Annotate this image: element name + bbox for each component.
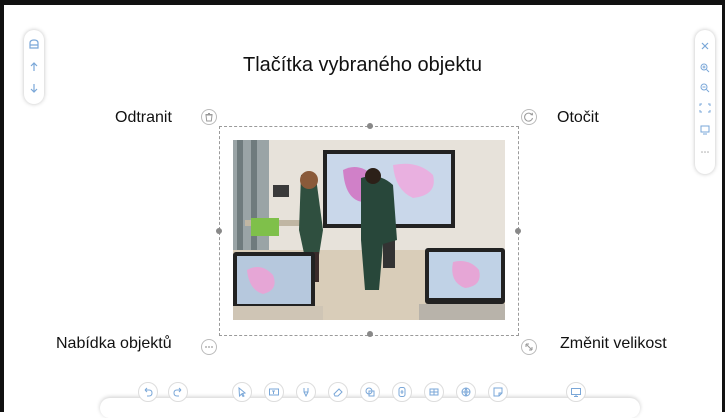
panel-icon[interactable] xyxy=(28,38,40,50)
table-icon[interactable] xyxy=(424,382,444,402)
screen-icon[interactable] xyxy=(699,124,711,136)
close-icon[interactable] xyxy=(699,40,711,52)
resize-icon[interactable] xyxy=(521,339,537,355)
rotate-label: Otočit xyxy=(557,109,599,126)
classroom-photo[interactable] xyxy=(233,140,505,320)
resize-label: Změnit velikost xyxy=(560,335,667,352)
present-icon[interactable] xyxy=(566,382,586,402)
shapes-icon[interactable] xyxy=(360,382,380,402)
undo-icon[interactable] xyxy=(138,382,158,402)
fit-icon[interactable] xyxy=(699,102,711,114)
note-icon[interactable] xyxy=(488,382,508,402)
pen-icon[interactable] xyxy=(296,382,316,402)
selection-handle-right[interactable] xyxy=(515,228,521,234)
eraser-icon[interactable] xyxy=(328,382,348,402)
selection-handle-top[interactable] xyxy=(367,123,373,129)
right-toolbar xyxy=(695,30,715,174)
delete-label: Odtranit xyxy=(115,109,172,126)
globe-icon[interactable] xyxy=(456,382,476,402)
zoom-out-icon[interactable] xyxy=(699,82,711,94)
select-icon[interactable] xyxy=(232,382,252,402)
text-icon[interactable] xyxy=(264,382,284,402)
object-menu-label: Nabídka objektů xyxy=(56,335,172,352)
more-icon[interactable] xyxy=(699,146,711,158)
delete-icon[interactable] xyxy=(201,109,217,125)
insert-icon[interactable] xyxy=(392,382,412,402)
selection-handle-bottom[interactable] xyxy=(367,331,373,337)
redo-icon[interactable] xyxy=(168,382,188,402)
page-title: Tlačítka vybraného objektu xyxy=(242,54,483,76)
more-options-icon[interactable] xyxy=(201,339,217,355)
arrow-down-icon[interactable] xyxy=(28,82,40,94)
selection-handle-left[interactable] xyxy=(216,228,222,234)
rotate-icon[interactable] xyxy=(521,109,537,125)
